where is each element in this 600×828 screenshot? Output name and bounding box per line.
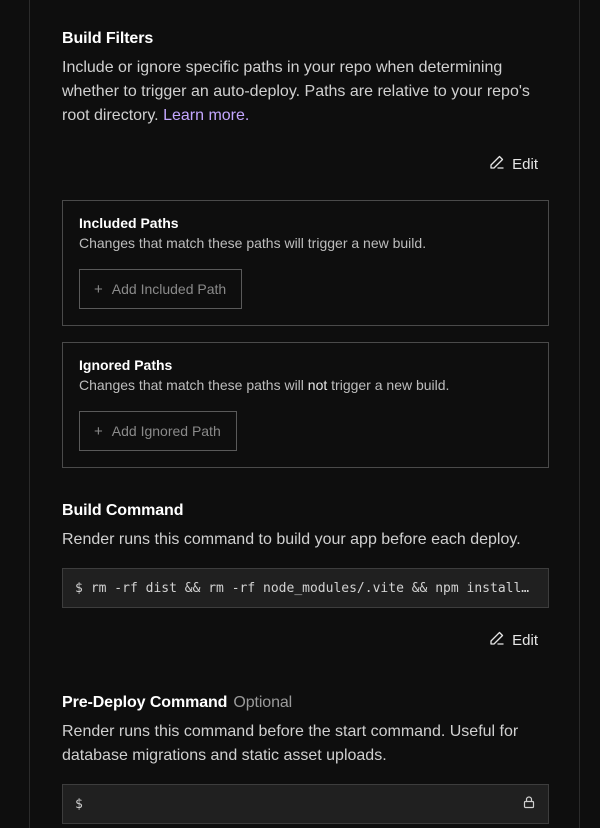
edit-label: Edit [512, 155, 538, 173]
pre-deploy-command-title: Pre-Deploy Command Optional [62, 694, 292, 712]
plus-icon: + [94, 280, 103, 298]
build-command-description: Render runs this command to build your a… [62, 531, 521, 548]
pre-deploy-command-field[interactable]: $ [62, 784, 549, 824]
build-filters-description: Include or ignore specific paths in your… [62, 56, 554, 128]
add-included-path-button[interactable]: + Add Included Path [79, 269, 243, 309]
ignored-paths-title: Ignored Paths [79, 357, 173, 373]
add-ignored-path-label: Add Ignored Path [111, 423, 221, 439]
settings-page: Build Filters Include or ignore specific… [0, 0, 600, 828]
optional-label: Optional [233, 694, 293, 711]
build-filters-description-text: Include or ignore specific paths in your… [62, 59, 530, 124]
included-paths-box: Included Paths Changes that match these … [62, 200, 549, 326]
lock-icon [514, 795, 536, 813]
build-filters-title: Build Filters [62, 30, 154, 47]
pencil-icon [489, 154, 505, 174]
ignored-desc-emphasis: not [307, 377, 328, 393]
pencil-icon [489, 630, 505, 650]
build-command-title: Build Command [62, 502, 184, 519]
ignored-desc-after: trigger a new build. [327, 377, 450, 393]
add-ignored-path-button[interactable]: + Add Ignored Path [79, 411, 237, 451]
included-paths-description: Changes that match these paths will trig… [79, 235, 427, 251]
pre-deploy-title-text: Pre-Deploy Command [62, 694, 228, 711]
add-included-path-label: Add Included Path [111, 281, 227, 297]
build-command-edit-button[interactable]: Edit [489, 629, 538, 651]
prompt-symbol: $ [75, 796, 83, 812]
build-command-value: rm -rf dist && rm -rf node_modules/.vite… [90, 580, 536, 596]
build-filters-edit-button[interactable]: Edit [489, 153, 538, 175]
ignored-paths-description: Changes that match these paths will not … [79, 377, 449, 393]
build-command-field[interactable]: $ rm -rf dist && rm -rf node_modules/.vi… [62, 568, 549, 608]
prompt-symbol: $ [75, 580, 83, 596]
plus-icon: + [94, 422, 103, 440]
learn-more-link[interactable]: Learn more. [163, 107, 249, 124]
pre-deploy-command-description: Render runs this command before the star… [62, 723, 519, 764]
ignored-paths-box: Ignored Paths Changes that match these p… [62, 342, 549, 468]
ignored-desc-before: Changes that match these paths will [79, 377, 308, 393]
included-paths-title: Included Paths [79, 215, 179, 231]
edit-label: Edit [512, 631, 538, 649]
